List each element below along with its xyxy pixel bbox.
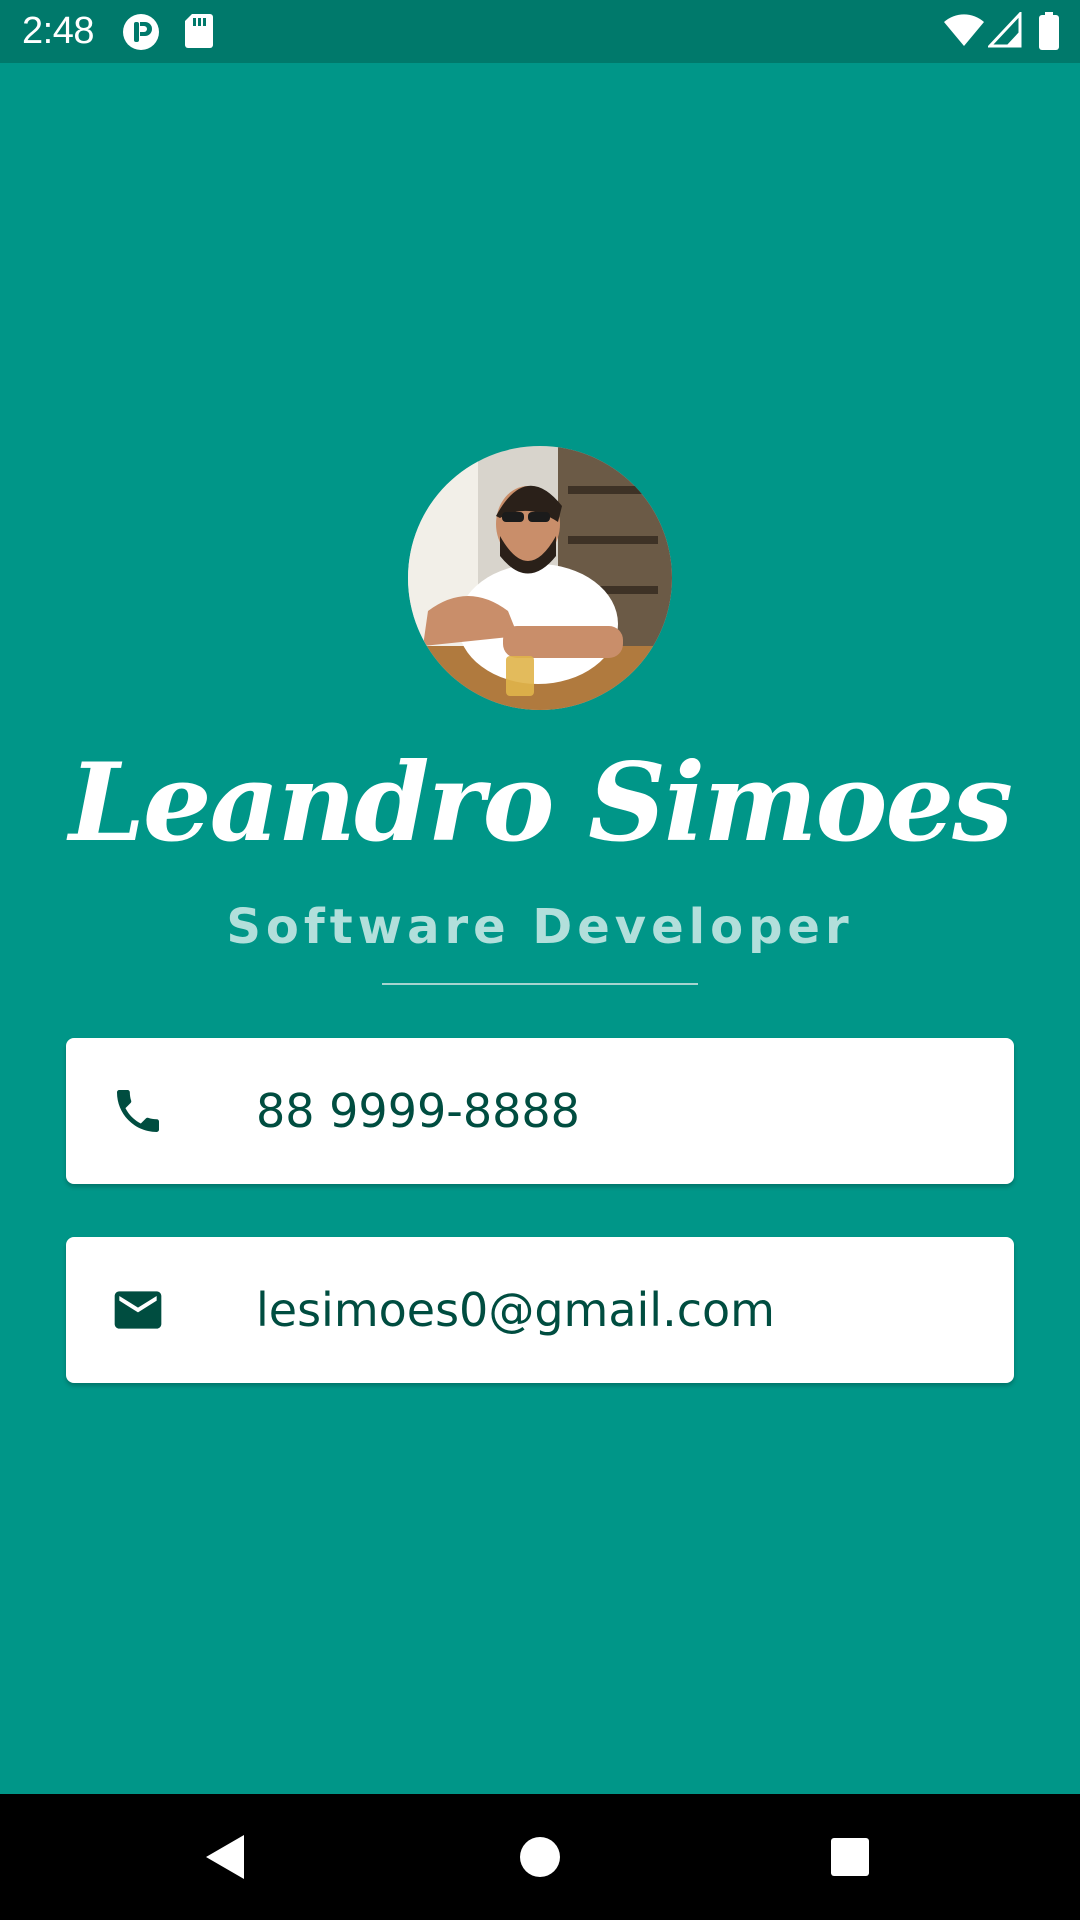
profile-title: Software Developer <box>226 899 854 955</box>
battery-icon <box>1039 12 1059 50</box>
navigation-bar <box>0 1794 1080 1920</box>
phone-card[interactable]: 88 9999-8888 <box>66 1038 1014 1184</box>
mail-icon <box>114 1291 162 1329</box>
home-icon[interactable] <box>510 1827 570 1887</box>
email-card[interactable]: lesimoes0@gmail.com <box>66 1237 1014 1383</box>
wifi-icon <box>944 14 984 46</box>
cellular-signal-icon <box>988 12 1022 48</box>
recents-icon[interactable] <box>820 1827 880 1887</box>
sd-card-icon <box>185 14 213 48</box>
avatar <box>408 446 672 710</box>
profile-photo <box>408 446 672 710</box>
app-screen: 2:48 Leandro Simoes Software Developer 8… <box>0 0 1080 1920</box>
divider <box>382 983 698 985</box>
phone-icon <box>117 1090 159 1132</box>
phone-number: 88 9999-8888 <box>256 1084 580 1138</box>
back-icon[interactable] <box>196 1827 256 1887</box>
status-time: 2:48 <box>22 10 94 52</box>
status-bar: 2:48 <box>0 0 1080 63</box>
at-sign-badge-icon <box>123 14 159 50</box>
email-address: lesimoes0@gmail.com <box>256 1283 775 1337</box>
profile-name: Leandro Simoes <box>68 740 1013 866</box>
